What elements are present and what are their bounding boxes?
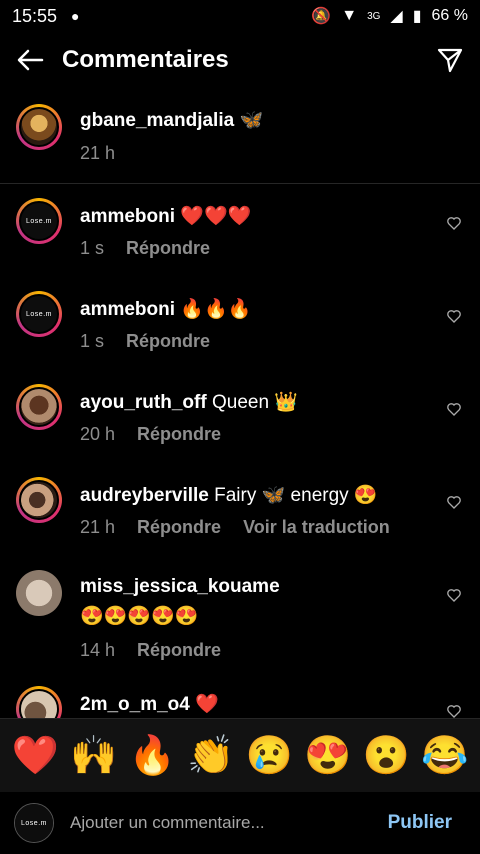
comment-item: 2m_o_m_o4 ❤️ [0, 686, 480, 718]
comment-text: ❤️❤️❤️ [180, 206, 252, 227]
timestamp: 20 h [80, 424, 116, 444]
like-heart-icon[interactable] [446, 587, 462, 603]
back-arrow-icon[interactable] [14, 44, 46, 76]
notification-icon: ● [71, 8, 80, 24]
emoji-raised-hands[interactable]: 🙌 [70, 734, 117, 778]
comment-text: ❤️ [195, 694, 219, 715]
comment-item: Lose.m ammeboni ❤️❤️❤️ 1 s Répondre [0, 198, 480, 291]
avatar[interactable]: Lose.m [16, 291, 62, 337]
comment-item: ayou_ruth_off Queen 👑 20 h Répondre [0, 384, 480, 477]
comment-composer: Lose.m Publier [0, 792, 480, 854]
timestamp: 21 h [80, 517, 116, 537]
signal-icon: ◢ [390, 8, 403, 25]
comment-item: miss_jessica_kouame 😍😍😍😍😍 14 h Répondre [0, 570, 480, 686]
username[interactable]: audreyberville [80, 485, 209, 506]
username[interactable]: miss_jessica_kouame [80, 576, 280, 597]
translate-button[interactable]: Voir la traduction [243, 517, 390, 538]
mute-icon: 🔕 [311, 8, 332, 25]
comment-list[interactable]: gbane_mandjalia 🦋 21 h Lose.m ammeboni ❤… [0, 88, 480, 718]
avatar[interactable] [16, 570, 62, 616]
timestamp: 1 s [80, 238, 105, 258]
like-heart-icon[interactable] [446, 308, 462, 324]
post-caption: gbane_mandjalia 🦋 21 h [0, 88, 480, 184]
like-heart-icon[interactable] [446, 401, 462, 417]
comment-text: 🦋 [239, 110, 264, 131]
emoji-quick-bar: ❤️ 🙌 🔥 👏 😢 😍 😮 😂 [0, 718, 480, 792]
reply-button[interactable]: Répondre [137, 424, 221, 445]
username[interactable]: ammeboni [80, 206, 175, 227]
comment-item: Lose.m ammeboni 🔥🔥🔥 1 s Répondre [0, 291, 480, 384]
reply-button[interactable]: Répondre [137, 640, 221, 661]
publish-button[interactable]: Publier [388, 812, 452, 834]
like-heart-icon[interactable] [446, 703, 462, 718]
avatar[interactable] [16, 686, 62, 718]
avatar[interactable]: Lose.m [16, 198, 62, 244]
battery-icon: ▮ [412, 8, 422, 25]
battery-level: 66 % [431, 7, 468, 24]
emoji-surprised[interactable]: 😮 [363, 734, 410, 778]
comment-text: 🔥🔥🔥 [180, 299, 252, 320]
username[interactable]: 2m_o_m_o4 [80, 694, 190, 715]
comment-text: 😍😍😍😍😍 [80, 606, 199, 627]
like-heart-icon[interactable] [446, 494, 462, 510]
comment-text: Queen 👑 [211, 392, 298, 413]
avatar[interactable] [16, 104, 62, 150]
timestamp: 21 h [80, 143, 116, 163]
avatar[interactable] [16, 477, 62, 523]
avatar: Lose.m [14, 803, 54, 843]
timestamp: 14 h [80, 640, 116, 660]
avatar[interactable] [16, 384, 62, 430]
comment-item: audreyberville Fairy 🦋 energy 😍 21 h Rép… [0, 477, 480, 570]
send-icon[interactable] [434, 44, 466, 76]
emoji-clap[interactable]: 👏 [187, 734, 234, 778]
emoji-heart[interactable]: ❤️ [12, 734, 59, 778]
emoji-heart-eyes[interactable]: 😍 [304, 734, 351, 778]
clock: 15:55 [12, 5, 58, 26]
timestamp: 1 s [80, 331, 105, 351]
emoji-fire[interactable]: 🔥 [129, 734, 176, 778]
wifi-icon: ▼ [341, 7, 358, 24]
app-header: Commentaires [0, 32, 480, 88]
emoji-laughing[interactable]: 😂 [421, 734, 468, 778]
network-label: 3G [367, 10, 381, 22]
emoji-crying[interactable]: 😢 [246, 734, 293, 778]
status-bar: 15:55 ● 🔕 ▼ 3G ◢ ▮ 66 % [0, 0, 480, 32]
page-title: Commentaires [62, 46, 229, 73]
comment-input[interactable] [68, 812, 388, 834]
like-heart-icon[interactable] [446, 215, 462, 231]
reply-button[interactable]: Répondre [137, 517, 221, 538]
reply-button[interactable]: Répondre [126, 331, 210, 352]
comment-text: Fairy 🦋 energy 😍 [214, 485, 378, 506]
username[interactable]: gbane_mandjalia [80, 110, 234, 131]
username[interactable]: ammeboni [80, 299, 175, 320]
username[interactable]: ayou_ruth_off [80, 392, 207, 413]
reply-button[interactable]: Répondre [126, 238, 210, 259]
